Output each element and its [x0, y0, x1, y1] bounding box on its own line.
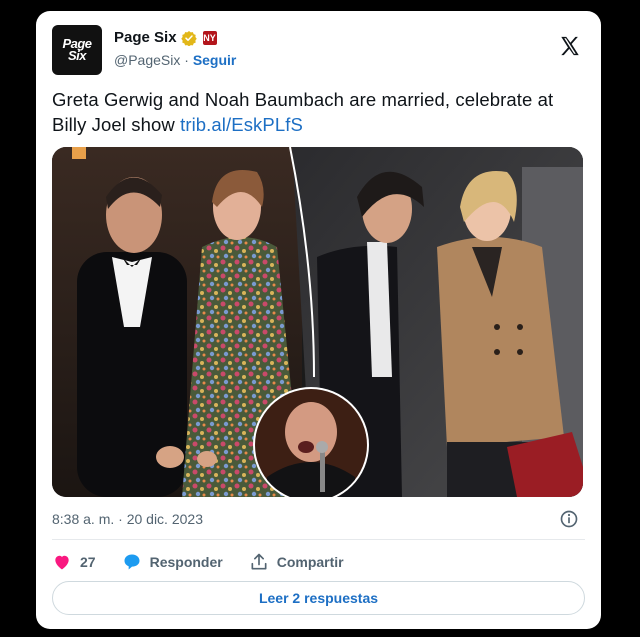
like-button[interactable]: 27: [52, 552, 96, 572]
tweet-photo[interactable]: [52, 147, 583, 497]
photo-collage: [52, 147, 583, 497]
tweet-timestamp[interactable]: 8:38 a. m. · 20 dic. 2023: [52, 511, 203, 527]
handle-separator: ·: [184, 52, 189, 68]
reply-label: Responder: [149, 554, 223, 570]
share-label: Compartir: [276, 554, 344, 570]
heart-icon: [55, 555, 69, 570]
x-logo-icon[interactable]: [559, 35, 581, 57]
tweet-text: Greta Gerwig and Noah Baumbach are marri…: [52, 87, 587, 137]
avatar[interactable]: Page Six: [52, 25, 102, 75]
tweet-link[interactable]: trib.al/EskPLfS: [180, 114, 303, 135]
speech-bubble-icon: [124, 554, 140, 570]
verified-badge-icon: [180, 30, 197, 46]
affiliate-badge-icon: NY: [202, 30, 217, 45]
account-handle[interactable]: @PageSix: [114, 52, 180, 68]
read-replies-label: Leer 2 respuestas: [258, 590, 379, 606]
read-replies-button[interactable]: Leer 2 respuestas: [52, 581, 585, 615]
avatar-text-line2: Six: [67, 48, 87, 63]
follow-button[interactable]: Seguir: [193, 52, 237, 68]
account-name[interactable]: Page Six: [114, 29, 177, 46]
name-row: Page Six NY: [114, 29, 217, 46]
handle-row: @PageSix · Seguir: [114, 52, 236, 68]
like-count: 27: [80, 554, 96, 570]
action-bar: 27 Responder Compartir: [52, 551, 370, 573]
share-button[interactable]: Compartir: [249, 552, 344, 572]
info-icon[interactable]: [559, 509, 579, 529]
tweet-header: Page Six Page Six NY @PageSix · Seguir: [52, 25, 585, 75]
reply-button[interactable]: Responder: [122, 552, 223, 572]
tweet-card: Page Six Page Six NY @PageSix · Seguir G…: [36, 11, 601, 629]
share-icon: [251, 553, 267, 570]
divider: [52, 539, 585, 540]
